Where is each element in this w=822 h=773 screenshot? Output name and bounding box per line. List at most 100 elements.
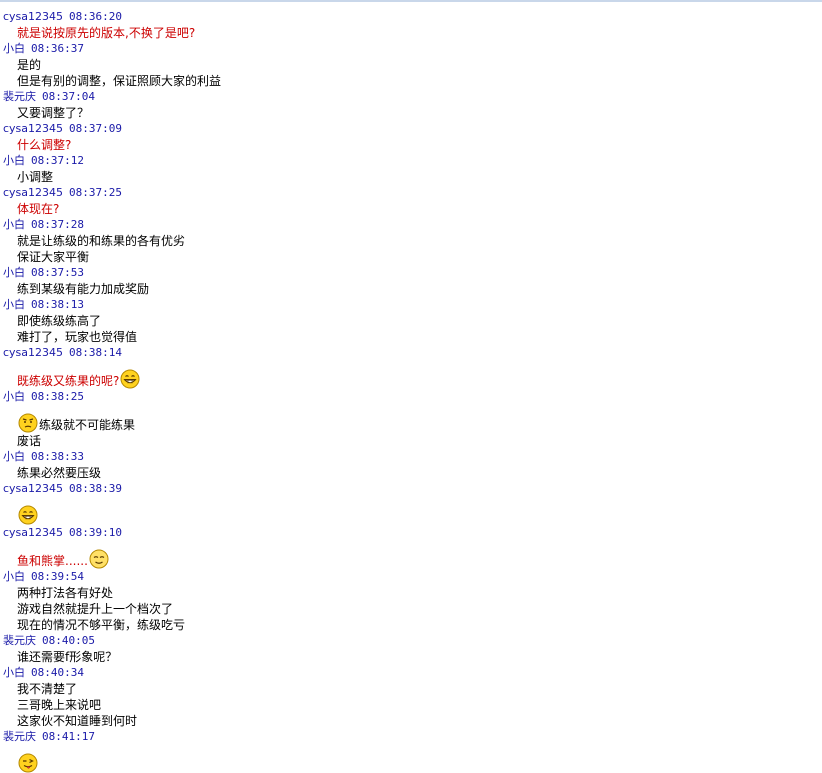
- message-text: 废话: [17, 434, 42, 448]
- message-line: 就是说按原先的版本,不换了是吧?: [3, 25, 818, 41]
- chat-message: 小白 08:37:28 就是让练级的和练果的各有优劣 保证大家平衡: [3, 217, 818, 265]
- message-line: 保证大家平衡: [3, 249, 818, 265]
- sender-name[interactable]: cysa12345: [3, 526, 63, 539]
- message-text: 体现在?: [17, 202, 60, 216]
- message-text: 谁还需要f形象呢？: [17, 650, 118, 664]
- message-text: 就是说按原先的版本,不换了是吧?: [17, 26, 196, 40]
- message-timestamp: 08:37:09: [69, 122, 123, 135]
- message-timestamp: 08:38:13: [31, 298, 84, 311]
- message-timestamp: 08:37:12: [31, 154, 84, 167]
- message-header: 小白 08:37:12: [3, 153, 818, 169]
- message-text: 三哥晚上来说吧: [17, 698, 102, 712]
- chat-message: cysa12345 08:37:25 体现在?: [3, 185, 818, 217]
- window-top-border: [0, 0, 822, 2]
- sender-name[interactable]: 小白: [3, 666, 25, 679]
- message-line: 又要调整了？: [3, 105, 818, 121]
- message-text: 两种打法各有好处: [17, 586, 114, 600]
- sender-name[interactable]: 裴元庆: [3, 730, 36, 743]
- chat-message: 裴元庆 08:40:05 谁还需要f形象呢？: [3, 633, 818, 665]
- chat-message: cysa12345 08:38:39: [3, 481, 818, 525]
- grin-icon: [120, 369, 140, 389]
- message-text: 鱼和熊掌......: [17, 554, 88, 568]
- chat-message: 小白 08:37:12 小调整: [3, 153, 818, 185]
- sender-name[interactable]: 裴元庆: [3, 634, 36, 647]
- message-header: 小白 08:39:54: [3, 569, 818, 585]
- chat-message: 裴元庆 08:37:04 又要调整了？: [3, 89, 818, 121]
- sender-name[interactable]: cysa12345: [3, 482, 63, 495]
- sender-name[interactable]: 裴元庆: [3, 90, 36, 103]
- message-header: 小白 08:36:37: [3, 41, 818, 57]
- message-line: [3, 745, 818, 773]
- message-header: 小白 08:37:53: [3, 265, 818, 281]
- message-text: 是的: [17, 58, 42, 72]
- message-text: 就是让练级的和练果的各有优劣: [17, 234, 186, 248]
- message-header: cysa12345 08:39:10: [3, 525, 818, 541]
- message-line: 三哥晚上来说吧: [3, 697, 818, 713]
- message-text: 练果必然要压级: [17, 466, 102, 480]
- message-line: 是的: [3, 57, 818, 73]
- grin-icon: [18, 505, 38, 525]
- message-text: 保证大家平衡: [17, 250, 90, 264]
- message-text: 练到某级有能力加成奖励: [17, 282, 150, 296]
- message-header: 小白 08:38:25: [3, 389, 818, 405]
- chat-message: 小白 08:40:34 我不清楚了三哥晚上来说吧 这家伙不知道睡到何时: [3, 665, 818, 729]
- message-line: 既练级又练果的呢?: [3, 361, 818, 389]
- chat-message: cysa12345 08:37:09 什么调整?: [3, 121, 818, 153]
- wink-tongue-icon: [18, 753, 38, 773]
- message-line: 这家伙不知道睡到何时: [3, 713, 818, 729]
- message-text: 我不清楚了: [17, 682, 78, 696]
- message-line: 鱼和熊掌......: [3, 541, 818, 569]
- chat-message: 小白 08:36:37 是的 但是有别的调整，保证照顾大家的利益: [3, 41, 818, 89]
- message-timestamp: 08:38:33: [31, 450, 84, 463]
- chat-message: 裴元庆 08:41:17: [3, 729, 818, 773]
- message-header: cysa12345 08:36:20: [3, 9, 818, 25]
- message-timestamp: 08:37:25: [69, 186, 123, 199]
- message-line: 练果必然要压级: [3, 465, 818, 481]
- message-header: 裴元庆 08:41:17: [3, 729, 818, 745]
- sender-name[interactable]: 小白: [3, 570, 25, 583]
- sender-name[interactable]: cysa12345: [3, 122, 63, 135]
- message-header: 小白 08:37:28: [3, 217, 818, 233]
- message-line: 我不清楚了: [3, 681, 818, 697]
- smug-icon: [89, 549, 109, 569]
- message-text: 即使练级练高了: [17, 314, 102, 328]
- message-line: 游戏自然就提升上一个档次了: [3, 601, 818, 617]
- message-text: 什么调整?: [17, 138, 72, 152]
- sender-name[interactable]: 小白: [3, 298, 25, 311]
- message-header: cysa12345 08:37:09: [3, 121, 818, 137]
- sender-name[interactable]: 小白: [3, 42, 25, 55]
- chat-log[interactable]: cysa12345 08:36:20 就是说按原先的版本,不换了是吧? 小白 08:36…: [3, 9, 818, 773]
- message-text: 小调整: [17, 170, 54, 184]
- message-line: 即使练级练高了: [3, 313, 818, 329]
- message-text: 既练级又练果的呢?: [17, 374, 120, 388]
- message-header: 裴元庆 08:37:04: [3, 89, 818, 105]
- message-header: 小白 08:38:13: [3, 297, 818, 313]
- sender-name[interactable]: 小白: [3, 450, 25, 463]
- message-line: [3, 497, 818, 525]
- message-timestamp: 08:37:53: [31, 266, 84, 279]
- message-header: 小白 08:40:34: [3, 665, 818, 681]
- sender-name[interactable]: 小白: [3, 154, 25, 167]
- message-text: 又要调整了？: [17, 106, 90, 120]
- chat-message: 小白 08:38:13 即使练级练高了难打了，玩家也觉得值: [3, 297, 818, 345]
- sender-name[interactable]: cysa12345: [3, 186, 63, 199]
- message-line: 小调整: [3, 169, 818, 185]
- message-timestamp: 08:39:54: [31, 570, 84, 583]
- message-header: 小白 08:38:33: [3, 449, 818, 465]
- sender-name[interactable]: 小白: [3, 218, 25, 231]
- chat-message: cysa12345 08:38:14 既练级又练果的呢?: [3, 345, 818, 389]
- message-line: 练级就不可能练果: [3, 405, 818, 433]
- message-timestamp: 08:39:10: [69, 526, 123, 539]
- message-header: cysa12345 08:38:39: [3, 481, 818, 497]
- chat-message: 小白 08:37:53 练到某级有能力加成奖励: [3, 265, 818, 297]
- sender-name[interactable]: cysa12345: [3, 346, 63, 359]
- message-timestamp: 08:38:14: [69, 346, 123, 359]
- message-timestamp: 08:36:20: [69, 10, 123, 23]
- message-text: 练级就不可能练果: [39, 418, 136, 432]
- sender-name[interactable]: cysa12345: [3, 10, 63, 23]
- message-text: 难打了，玩家也觉得值: [17, 330, 138, 344]
- message-line: 体现在?: [3, 201, 818, 217]
- sender-name[interactable]: 小白: [3, 390, 25, 403]
- chat-message: cysa12345 08:36:20 就是说按原先的版本,不换了是吧?: [3, 9, 818, 41]
- sender-name[interactable]: 小白: [3, 266, 25, 279]
